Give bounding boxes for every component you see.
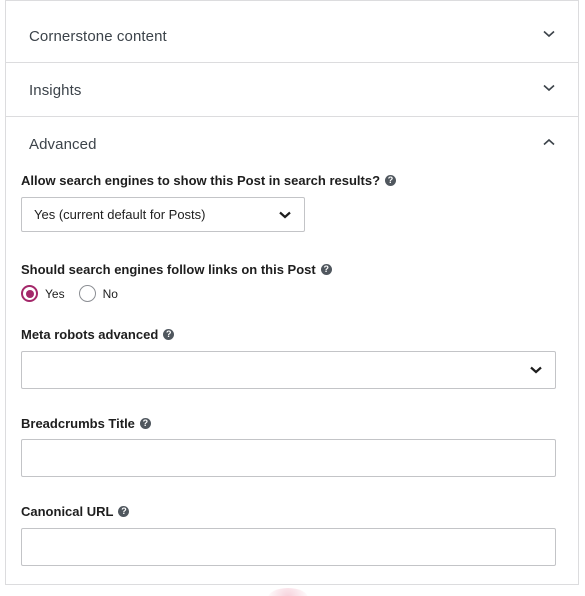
seo-metabox-panel: Cornerstone content Insights Advanced Al… — [5, 0, 579, 585]
breadcrumbs-title-label-text: Breadcrumbs Title — [21, 416, 135, 431]
breadcrumbs-title-input[interactable] — [21, 439, 556, 477]
help-icon[interactable]: ? — [320, 264, 332, 275]
help-icon[interactable]: ? — [118, 506, 130, 517]
radio-yes-label: Yes — [45, 286, 65, 301]
help-icon[interactable]: ? — [139, 418, 151, 429]
chevron-up-icon — [543, 138, 555, 150]
chevron-down-icon — [543, 30, 555, 42]
chevron-down-icon — [279, 211, 291, 219]
follow-links-yes-option[interactable]: Yes — [21, 285, 65, 302]
canonical-url-label-text: Canonical URL — [21, 504, 114, 519]
search-visibility-label: Allow search engines to show this Post i… — [21, 173, 397, 188]
meta-robots-select[interactable] — [21, 351, 556, 389]
follow-links-radio-group: Yes No — [21, 285, 132, 302]
section-advanced-header[interactable]: Advanced — [6, 117, 578, 171]
section-cornerstone-title: Cornerstone content — [29, 27, 167, 45]
breadcrumbs-title-label: Breadcrumbs Title ? — [21, 416, 151, 431]
section-insights-title: Insights — [29, 81, 82, 99]
decorative-glow — [268, 588, 308, 596]
follow-links-no-option[interactable]: No — [78, 285, 118, 302]
search-visibility-label-text: Allow search engines to show this Post i… — [21, 173, 381, 188]
follow-links-label-text: Should search engines follow links on th… — [21, 262, 316, 277]
chevron-down-icon — [543, 84, 555, 96]
radio-yes[interactable] — [21, 285, 38, 302]
help-icon[interactable]: ? — [385, 175, 397, 186]
follow-links-label: Should search engines follow links on th… — [21, 262, 332, 277]
search-visibility-selected: Yes (current default for Posts) — [34, 207, 206, 222]
radio-no-label: No — [102, 286, 118, 301]
meta-robots-label-text: Meta robots advanced — [21, 327, 159, 342]
section-advanced-title: Advanced — [29, 135, 97, 153]
search-visibility-select[interactable]: Yes (current default for Posts) — [21, 197, 305, 232]
section-cornerstone-header[interactable]: Cornerstone content — [6, 9, 578, 63]
radio-no[interactable] — [78, 285, 96, 302]
canonical-url-input[interactable] — [21, 528, 556, 566]
help-icon[interactable]: ? — [163, 329, 175, 340]
canonical-url-label: Canonical URL ? — [21, 504, 130, 519]
section-insights-header[interactable]: Insights — [6, 63, 578, 117]
meta-robots-label: Meta robots advanced ? — [21, 327, 175, 342]
chevron-down-icon — [530, 366, 542, 374]
